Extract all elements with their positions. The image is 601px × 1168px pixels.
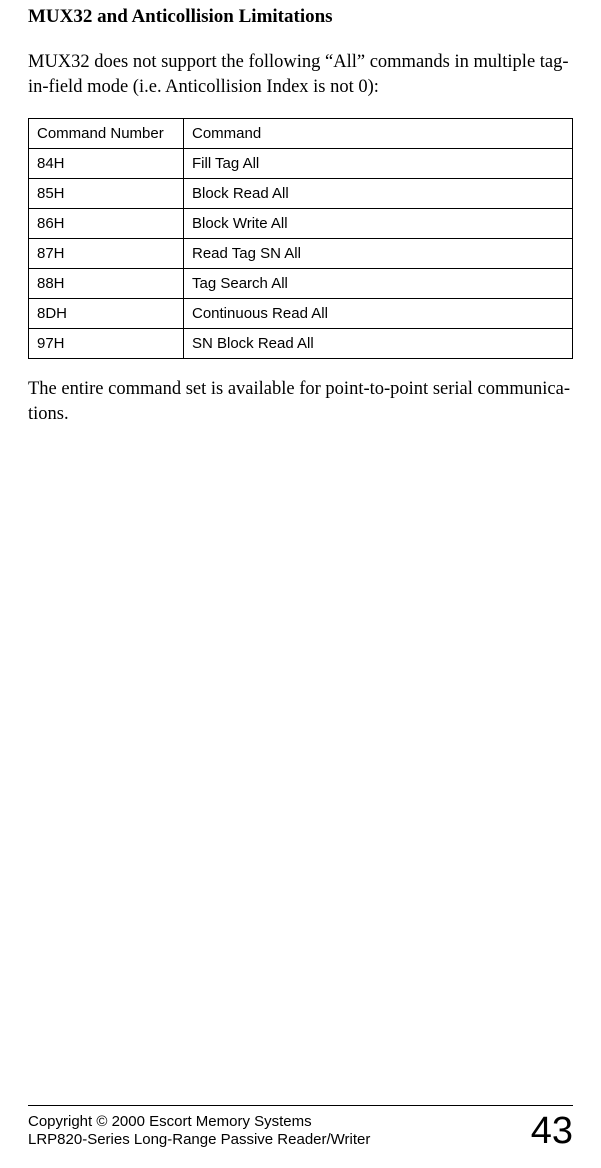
cell-command: Read Tag SN All — [184, 238, 573, 268]
cell-command: Continuous Read All — [184, 298, 573, 328]
table-row: 88H Tag Search All — [29, 268, 573, 298]
outro-paragraph: The entire command set is available for … — [28, 377, 573, 427]
header-command-number: Command Number — [29, 118, 184, 148]
footer-product: LRP820-Series Long-Range Passive Reader/… — [28, 1131, 370, 1150]
table-row: 87H Read Tag SN All — [29, 238, 573, 268]
footer-copyright: Copyright © 2000 Escort Memory Systems — [28, 1113, 370, 1132]
section-heading: MUX32 and Anticollision Limitations — [28, 6, 573, 28]
cell-command-number: 86H — [29, 208, 184, 238]
cell-command-number: 84H — [29, 148, 184, 178]
table-row: 84H Fill Tag All — [29, 148, 573, 178]
cell-command: Block Read All — [184, 178, 573, 208]
table-row: 85H Block Read All — [29, 178, 573, 208]
cell-command: Tag Search All — [184, 268, 573, 298]
footer-text: Copyright © 2000 Escort Memory Systems L… — [28, 1113, 370, 1151]
cell-command-number: 8DH — [29, 298, 184, 328]
table-row: 86H Block Write All — [29, 208, 573, 238]
cell-command-number: 85H — [29, 178, 184, 208]
cell-command: Block Write All — [184, 208, 573, 238]
table-header-row: Command Number Command — [29, 118, 573, 148]
page-number: 43 — [531, 1112, 573, 1150]
table-row: 97H SN Block Read All — [29, 328, 573, 358]
cell-command-number: 87H — [29, 238, 184, 268]
cell-command: Fill Tag All — [184, 148, 573, 178]
page-footer: Copyright © 2000 Escort Memory Systems L… — [28, 1105, 573, 1150]
intro-paragraph: MUX32 does not support the following “Al… — [28, 50, 573, 100]
header-command: Command — [184, 118, 573, 148]
cell-command-number: 88H — [29, 268, 184, 298]
table-row: 8DH Continuous Read All — [29, 298, 573, 328]
page: MUX32 and Anticollision Limitations MUX3… — [0, 6, 601, 1168]
commands-table: Command Number Command 84H Fill Tag All … — [28, 118, 573, 359]
cell-command: SN Block Read All — [184, 328, 573, 358]
cell-command-number: 97H — [29, 328, 184, 358]
